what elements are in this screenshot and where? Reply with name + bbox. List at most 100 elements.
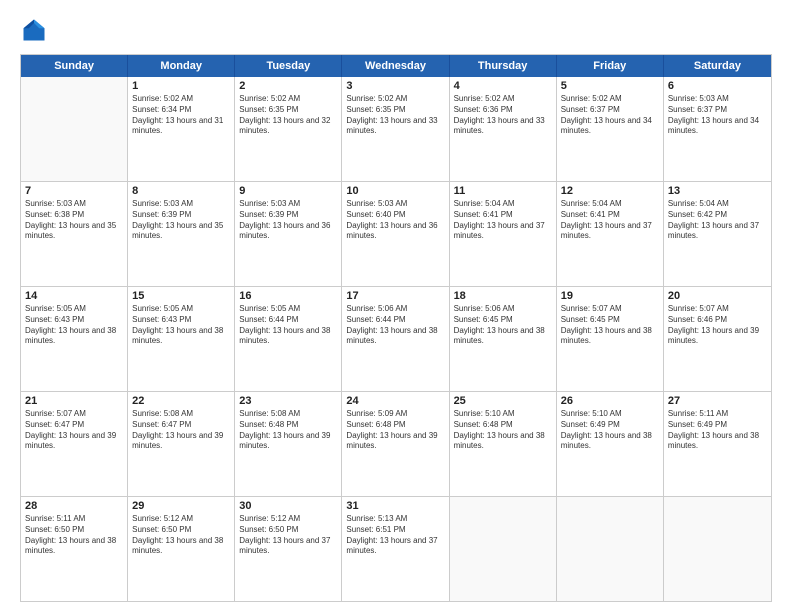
day-number: 7 [25, 185, 123, 197]
day-info: Sunrise: 5:02 AMSunset: 6:36 PMDaylight:… [454, 94, 552, 137]
day-number: 3 [346, 80, 444, 92]
day-info: Sunrise: 5:11 AMSunset: 6:50 PMDaylight:… [25, 514, 123, 557]
day-number: 21 [25, 395, 123, 407]
day-info: Sunrise: 5:05 AMSunset: 6:44 PMDaylight:… [239, 304, 337, 347]
header [20, 16, 772, 44]
day-number: 14 [25, 290, 123, 302]
day-number: 30 [239, 500, 337, 512]
day-info: Sunrise: 5:04 AMSunset: 6:41 PMDaylight:… [561, 199, 659, 242]
day-number: 19 [561, 290, 659, 302]
calendar: SundayMondayTuesdayWednesdayThursdayFrid… [20, 54, 772, 602]
day-info: Sunrise: 5:13 AMSunset: 6:51 PMDaylight:… [346, 514, 444, 557]
calendar-cell: 24 Sunrise: 5:09 AMSunset: 6:48 PMDayligh… [342, 392, 449, 496]
day-number: 1 [132, 80, 230, 92]
calendar-cell: 3 Sunrise: 5:02 AMSunset: 6:35 PMDaylight… [342, 77, 449, 181]
calendar-header-cell: Friday [557, 55, 664, 77]
calendar-cell: 15 Sunrise: 5:05 AMSunset: 6:43 PMDayligh… [128, 287, 235, 391]
calendar-body: 1 Sunrise: 5:02 AMSunset: 6:34 PMDaylight… [21, 77, 771, 601]
day-number: 16 [239, 290, 337, 302]
calendar-cell: 12Sunrise: 5:04 AMSunset: 6:41 PMDayligh… [557, 182, 664, 286]
day-number: 26 [561, 395, 659, 407]
page: SundayMondayTuesdayWednesdayThursdayFrid… [0, 0, 792, 612]
day-number: 18 [454, 290, 552, 302]
calendar-week-row: 21 Sunrise: 5:07 AMSunset: 6:47 PMDayligh… [21, 392, 771, 497]
calendar-cell [21, 77, 128, 181]
day-number: 4 [454, 80, 552, 92]
day-info: Sunrise: 5:07 AMSunset: 6:47 PMDaylight:… [25, 409, 123, 452]
calendar-cell: 2 Sunrise: 5:02 AMSunset: 6:35 PMDaylight… [235, 77, 342, 181]
day-number: 5 [561, 80, 659, 92]
day-info: Sunrise: 5:08 AMSunset: 6:47 PMDaylight:… [132, 409, 230, 452]
day-info: Sunrise: 5:08 AMSunset: 6:48 PMDaylight:… [239, 409, 337, 452]
day-info: Sunrise: 5:12 AMSunset: 6:50 PMDaylight:… [132, 514, 230, 557]
day-number: 23 [239, 395, 337, 407]
day-info: Sunrise: 5:03 AMSunset: 6:39 PMDaylight:… [239, 199, 337, 242]
day-number: 6 [668, 80, 767, 92]
day-number: 31 [346, 500, 444, 512]
day-info: Sunrise: 5:03 AMSunset: 6:38 PMDaylight:… [25, 199, 123, 242]
day-info: Sunrise: 5:04 AMSunset: 6:41 PMDaylight:… [454, 199, 552, 242]
calendar-week-row: 14 Sunrise: 5:05 AMSunset: 6:43 PMDayligh… [21, 287, 771, 392]
day-info: Sunrise: 5:02 AMSunset: 6:35 PMDaylight:… [239, 94, 337, 137]
calendar-cell: 20 Sunrise: 5:07 AMSunset: 6:46 PMDayligh… [664, 287, 771, 391]
day-info: Sunrise: 5:03 AMSunset: 6:37 PMDaylight:… [668, 94, 767, 137]
day-info: Sunrise: 5:02 AMSunset: 6:34 PMDaylight:… [132, 94, 230, 137]
day-number: 29 [132, 500, 230, 512]
day-number: 9 [239, 185, 337, 197]
day-number: 11 [454, 185, 552, 197]
day-info: Sunrise: 5:12 AMSunset: 6:50 PMDaylight:… [239, 514, 337, 557]
day-info: Sunrise: 5:10 AMSunset: 6:48 PMDaylight:… [454, 409, 552, 452]
calendar-cell: 25 Sunrise: 5:10 AMSunset: 6:48 PMDayligh… [450, 392, 557, 496]
day-number: 25 [454, 395, 552, 407]
day-number: 2 [239, 80, 337, 92]
day-number: 15 [132, 290, 230, 302]
day-info: Sunrise: 5:11 AMSunset: 6:49 PMDaylight:… [668, 409, 767, 452]
day-number: 8 [132, 185, 230, 197]
calendar-week-row: 1 Sunrise: 5:02 AMSunset: 6:34 PMDaylight… [21, 77, 771, 182]
calendar-header-cell: Thursday [450, 55, 557, 77]
calendar-cell: 19Sunrise: 5:07 AMSunset: 6:45 PMDayligh… [557, 287, 664, 391]
calendar-cell: 6 Sunrise: 5:03 AMSunset: 6:37 PMDaylight… [664, 77, 771, 181]
day-info: Sunrise: 5:05 AMSunset: 6:43 PMDaylight:… [25, 304, 123, 347]
calendar-cell: 13Sunrise: 5:04 AMSunset: 6:42 PMDayligh… [664, 182, 771, 286]
calendar-week-row: 7 Sunrise: 5:03 AMSunset: 6:38 PMDaylight… [21, 182, 771, 287]
day-info: Sunrise: 5:07 AMSunset: 6:46 PMDaylight:… [668, 304, 767, 347]
day-info: Sunrise: 5:09 AMSunset: 6:48 PMDaylight:… [346, 409, 444, 452]
day-number: 22 [132, 395, 230, 407]
calendar-header: SundayMondayTuesdayWednesdayThursdayFrid… [21, 55, 771, 77]
day-info: Sunrise: 5:02 AMSunset: 6:35 PMDaylight:… [346, 94, 444, 137]
calendar-cell: 26Sunrise: 5:10 AMSunset: 6:49 PMDayligh… [557, 392, 664, 496]
calendar-cell: 30 Sunrise: 5:12 AMSunset: 6:50 PMDayligh… [235, 497, 342, 601]
logo-icon [20, 16, 48, 44]
day-number: 28 [25, 500, 123, 512]
calendar-header-cell: Wednesday [342, 55, 449, 77]
day-info: Sunrise: 5:04 AMSunset: 6:42 PMDaylight:… [668, 199, 767, 242]
calendar-header-cell: Tuesday [235, 55, 342, 77]
calendar-cell: 28 Sunrise: 5:11 AMSunset: 6:50 PMDayligh… [21, 497, 128, 601]
calendar-cell: 4 Sunrise: 5:02 AMSunset: 6:36 PMDaylight… [450, 77, 557, 181]
calendar-cell: 7 Sunrise: 5:03 AMSunset: 6:38 PMDaylight… [21, 182, 128, 286]
calendar-header-cell: Saturday [664, 55, 771, 77]
calendar-week-row: 28 Sunrise: 5:11 AMSunset: 6:50 PMDayligh… [21, 497, 771, 601]
day-number: 17 [346, 290, 444, 302]
day-number: 20 [668, 290, 767, 302]
day-info: Sunrise: 5:03 AMSunset: 6:39 PMDaylight:… [132, 199, 230, 242]
calendar-cell: 22 Sunrise: 5:08 AMSunset: 6:47 PMDayligh… [128, 392, 235, 496]
day-number: 27 [668, 395, 767, 407]
calendar-header-cell: Monday [128, 55, 235, 77]
day-info: Sunrise: 5:02 AMSunset: 6:37 PMDaylight:… [561, 94, 659, 137]
day-info: Sunrise: 5:05 AMSunset: 6:43 PMDaylight:… [132, 304, 230, 347]
calendar-cell: 21 Sunrise: 5:07 AMSunset: 6:47 PMDayligh… [21, 392, 128, 496]
calendar-cell: 31 Sunrise: 5:13 AMSunset: 6:51 PMDayligh… [342, 497, 449, 601]
calendar-cell: 10Sunrise: 5:03 AMSunset: 6:40 PMDayligh… [342, 182, 449, 286]
calendar-cell: 18Sunrise: 5:06 AMSunset: 6:45 PMDayligh… [450, 287, 557, 391]
calendar-cell: 23 Sunrise: 5:08 AMSunset: 6:48 PMDayligh… [235, 392, 342, 496]
logo [20, 16, 52, 44]
calendar-header-cell: Sunday [21, 55, 128, 77]
day-number: 24 [346, 395, 444, 407]
calendar-cell [557, 497, 664, 601]
calendar-cell: 14 Sunrise: 5:05 AMSunset: 6:43 PMDayligh… [21, 287, 128, 391]
calendar-cell: 8 Sunrise: 5:03 AMSunset: 6:39 PMDaylight… [128, 182, 235, 286]
calendar-cell [450, 497, 557, 601]
calendar-cell: 11 Sunrise: 5:04 AMSunset: 6:41 PMDayligh… [450, 182, 557, 286]
